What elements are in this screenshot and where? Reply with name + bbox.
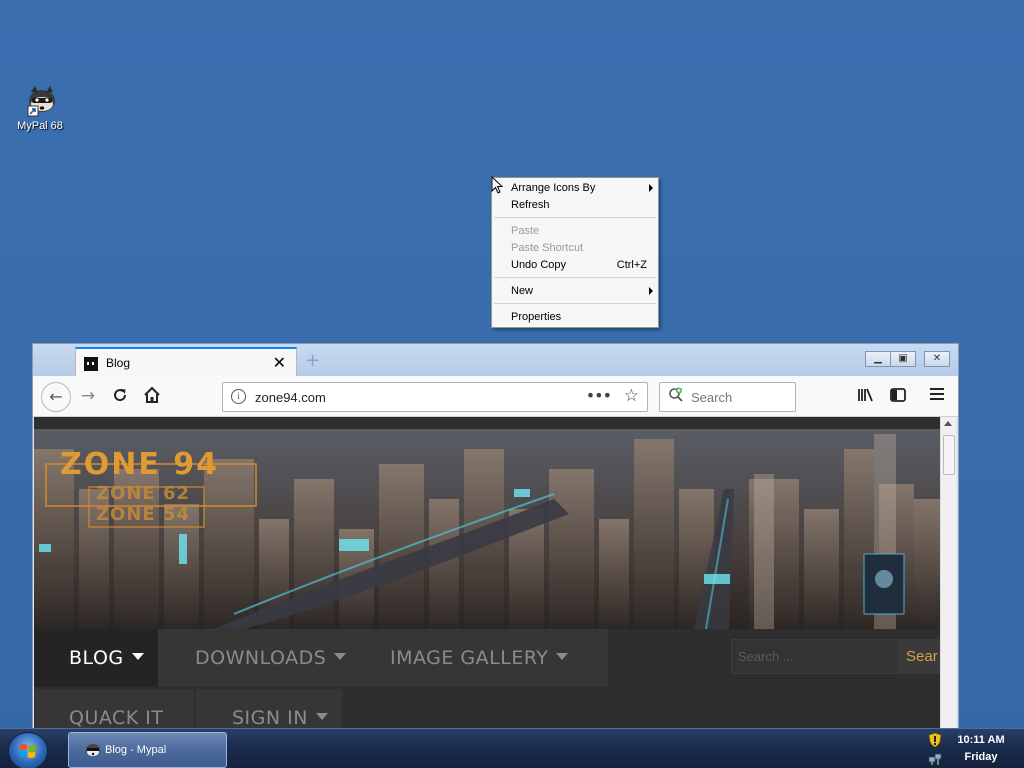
menu-item-arrange-icons-by[interactable]: Arrange Icons By: [511, 180, 653, 196]
menu-separator: [494, 277, 656, 278]
site-banner-image: ZONE 94 ZONE 62 ZONE 54: [34, 429, 940, 629]
search-input[interactable]: Search: [659, 382, 796, 412]
taskbar: Blog - Mypal 10:11 AM Friday: [0, 728, 1024, 768]
start-button[interactable]: [8, 732, 48, 768]
taskbar-item-mypal[interactable]: Blog - Mypal: [68, 732, 227, 768]
menu-item-new[interactable]: New: [511, 283, 653, 299]
submenu-arrow-icon: [649, 184, 653, 192]
menu-item-paste-shortcut[interactable]: Paste Shortcut: [511, 240, 651, 256]
menu-item-undo-copy[interactable]: Undo Copy Ctrl+Z: [511, 257, 651, 273]
menu-item-label: Arrange Icons By: [511, 182, 596, 194]
scroll-up-icon[interactable]: [944, 421, 952, 426]
menu-item-label: Properties: [511, 311, 562, 323]
home-button[interactable]: [141, 386, 163, 406]
menu-separator: [494, 217, 656, 218]
window-controls: ▁ ▣ ✕: [865, 346, 950, 367]
menu-item-label: Paste Shortcut: [511, 242, 584, 254]
browser-window: Blog ✕ + ▁ ▣ ✕ ← → i zone94.com ••• ☆ Sear…: [32, 343, 959, 768]
raccoon-icon: [23, 84, 57, 118]
site-info-icon[interactable]: i: [231, 389, 246, 404]
submenu-arrow-icon: [649, 287, 653, 295]
menu-button[interactable]: [926, 386, 948, 406]
back-button[interactable]: ←: [41, 382, 71, 412]
nav-item-label: SIGN IN: [232, 707, 308, 729]
tab-close-icon[interactable]: ✕: [273, 353, 286, 372]
library-button[interactable]: [855, 386, 877, 406]
site-logo-line-3: ZONE 54: [96, 504, 191, 525]
mouse-cursor-icon: [491, 175, 504, 194]
close-button[interactable]: ✕: [924, 351, 950, 367]
browser-titlebar[interactable]: Blog ✕ + ▁ ▣ ✕: [33, 344, 958, 378]
nav-item-image-gallery[interactable]: IMAGE GALLERY: [355, 629, 608, 687]
desktop-icon-mypal[interactable]: MyPal 68: [10, 84, 70, 132]
library-icon: [858, 388, 873, 402]
security-shield-icon[interactable]: [928, 732, 942, 748]
site-search-button[interactable]: Sear: [898, 639, 940, 674]
menu-item-label: Paste: [511, 225, 540, 237]
home-icon: [144, 386, 160, 403]
hamburger-icon: [930, 388, 944, 400]
search-placeholder: Search: [691, 390, 733, 405]
nav-item-label: DOWNLOADS: [195, 647, 327, 669]
sidebar-button[interactable]: [887, 386, 909, 406]
forward-button[interactable]: →: [77, 386, 99, 406]
chevron-down-icon: [556, 653, 569, 660]
raccoon-icon: [86, 744, 100, 756]
menu-item-refresh[interactable]: Refresh: [511, 197, 651, 213]
desktop-context-menu: Arrange Icons By Refresh Paste Paste Sho…: [491, 177, 659, 328]
clock-day: Friday: [964, 751, 998, 763]
site-logo-main[interactable]: ZONE 94: [60, 447, 219, 482]
address-bar[interactable]: i zone94.com ••• ☆: [222, 382, 648, 412]
chevron-down-icon: [334, 653, 347, 660]
chevron-down-icon: [131, 653, 144, 660]
reload-icon: [114, 389, 127, 402]
taskbar-item-label: Blog - Mypal: [105, 744, 167, 756]
scrollbar-thumb[interactable]: [943, 435, 955, 475]
page-scrollbar[interactable]: [940, 417, 956, 768]
network-icon[interactable]: [928, 751, 942, 765]
menu-item-shortcut: Ctrl+Z: [616, 259, 647, 271]
tab-title: Blog: [106, 356, 131, 370]
menu-item-label: Refresh: [511, 199, 550, 211]
windows-logo-icon: [19, 744, 36, 758]
sidebar-icon: [890, 388, 906, 402]
site-search-input[interactable]: Search ...: [731, 639, 899, 674]
new-tab-button[interactable]: +: [305, 350, 320, 371]
menu-item-label: Undo Copy: [511, 259, 567, 271]
site-search-placeholder: Search ...: [738, 649, 794, 664]
clock-time: 10:11 AM: [957, 734, 1005, 746]
menu-item-paste[interactable]: Paste: [511, 223, 651, 239]
desktop-icon-label: MyPal 68: [17, 120, 63, 132]
menu-separator: [494, 303, 656, 304]
tab-blog[interactable]: Blog ✕: [75, 347, 297, 378]
menu-item-properties[interactable]: Properties: [511, 309, 651, 325]
site-logo-line-2: ZONE 62: [96, 483, 191, 504]
web-page-content: ZONE 94 ZONE 62 ZONE 54 BLOG DOWNLOADS I…: [34, 417, 940, 768]
chevron-down-icon: [315, 713, 328, 720]
system-clock[interactable]: 10:11 AM Friday: [950, 732, 1012, 766]
maximize-button[interactable]: ▣: [890, 351, 916, 367]
nav-item-label: BLOG: [69, 647, 124, 669]
url-text: zone94.com: [255, 390, 326, 405]
nav-item-label: QUACK IT: [69, 707, 164, 729]
menu-item-label: New: [511, 285, 534, 297]
nav-item-label: IMAGE GALLERY: [390, 647, 549, 669]
reload-button[interactable]: [109, 386, 131, 406]
search-icon: [668, 387, 683, 402]
page-actions-icon[interactable]: •••: [586, 386, 612, 405]
minimize-button[interactable]: ▁: [865, 351, 891, 367]
navigation-toolbar: ← → i zone94.com ••• ☆ Search: [33, 376, 958, 417]
site-favicon-icon: [84, 357, 98, 371]
bookmark-star-icon[interactable]: ☆: [624, 386, 639, 406]
